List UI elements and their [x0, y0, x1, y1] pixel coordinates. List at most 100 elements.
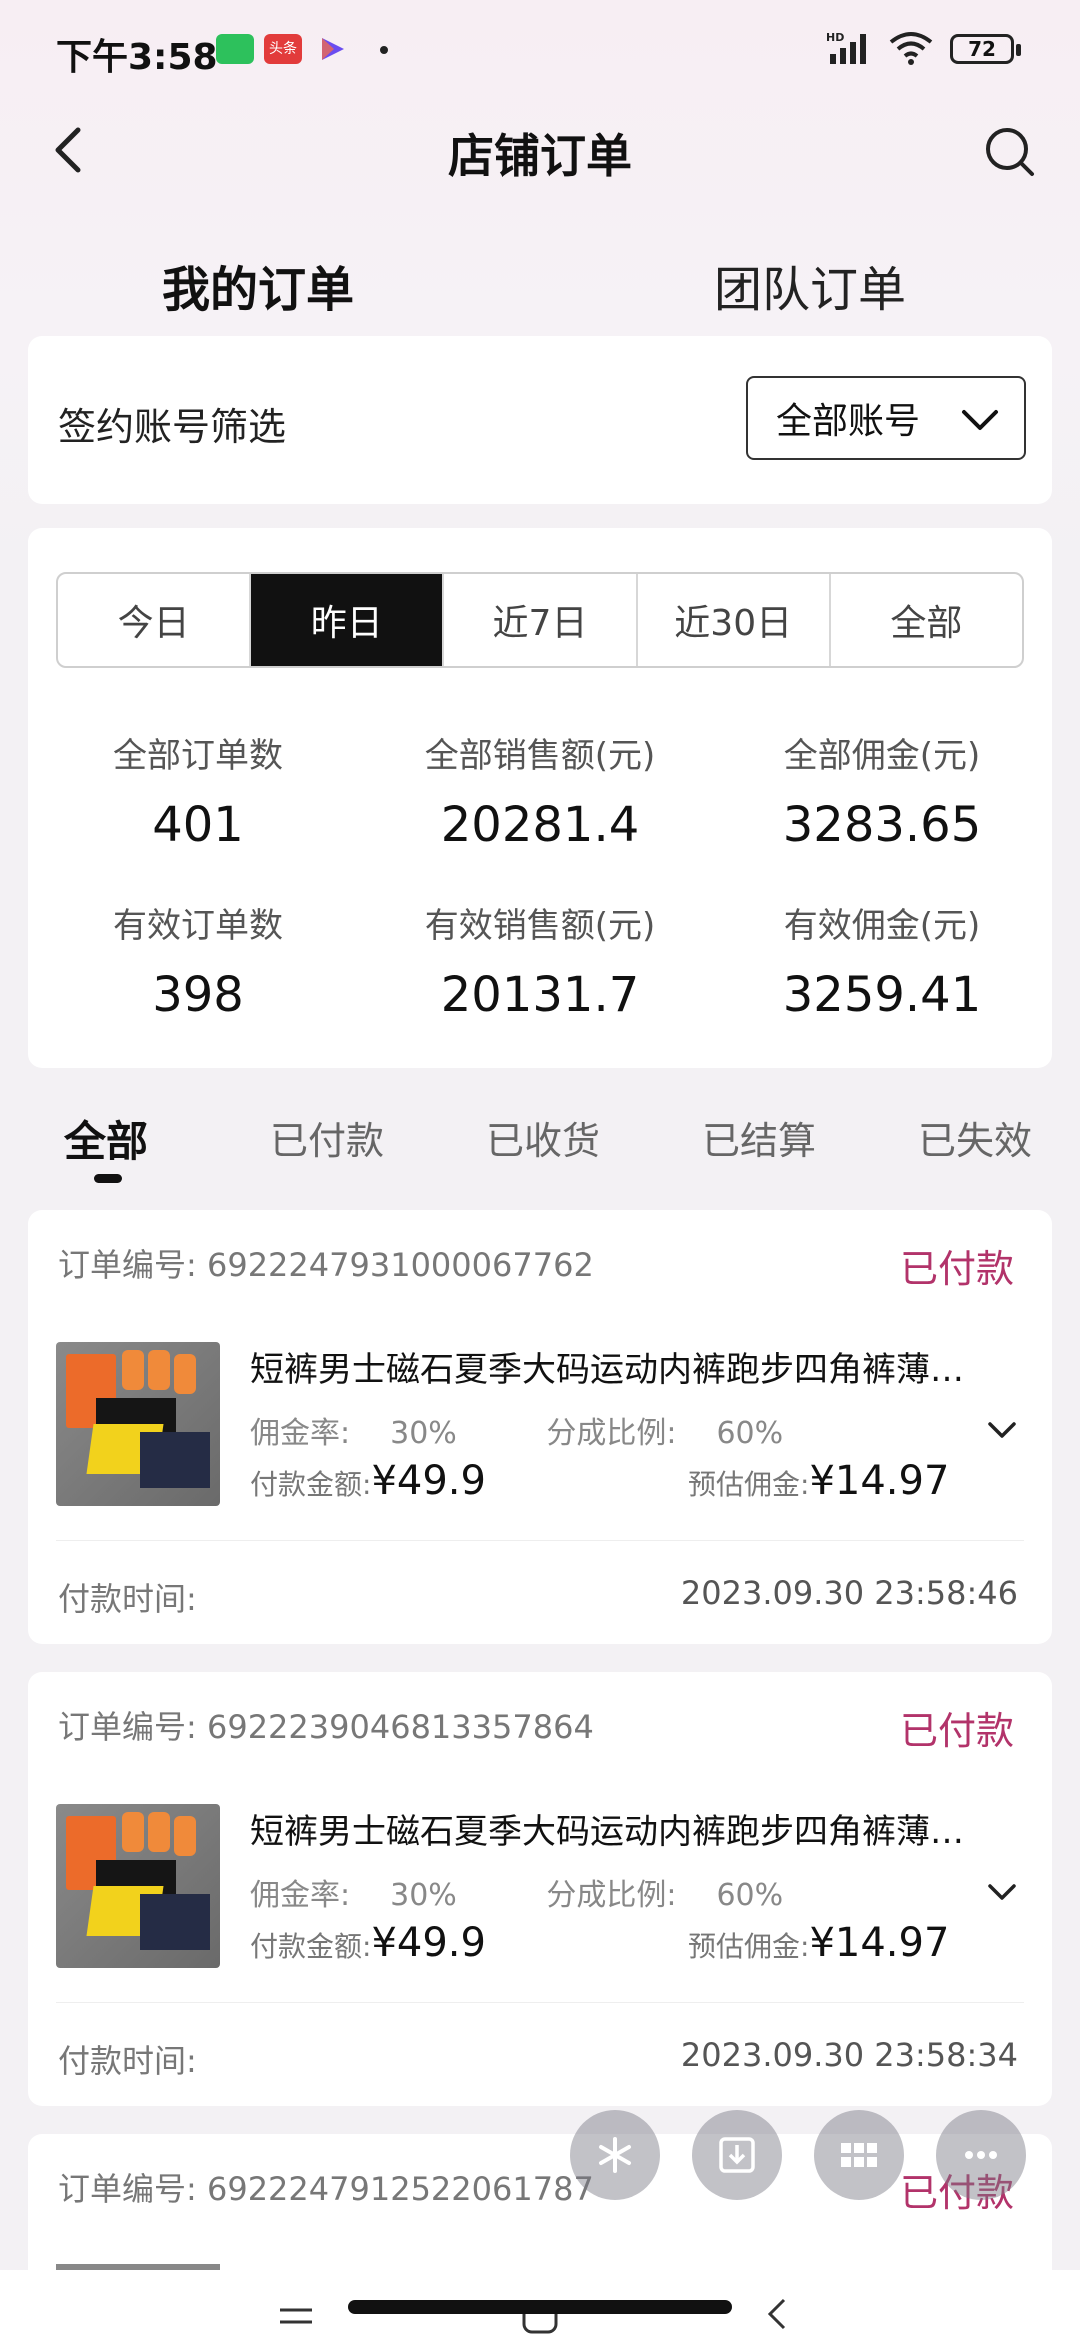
stats-card: 今日 昨日 近7日 近30日 全部 全部订单数 401 全部销售额(元) 202… [28, 528, 1052, 1068]
stat-value: 20281.4 [440, 797, 640, 853]
play-store-icon [322, 38, 344, 60]
commission-rate-label: 佣金率: [250, 1416, 351, 1451]
order-card[interactable]: 订单编号: 6922247931000067762 已付款 短裤男士磁石夏季大码… [28, 1210, 1052, 1644]
split-label: 分成比例: [546, 1878, 677, 1913]
chevron-down-icon[interactable] [982, 1872, 1022, 1912]
order-status-badge: 已付款 [899, 1709, 1014, 1753]
order-number: 订单编号: 6922239046813357864 [58, 1702, 594, 1748]
account-filter-label: 签约账号筛选 [58, 405, 287, 449]
estimated-commission-value: ¥14.97 [809, 1920, 950, 1966]
stat-label: 有效佣金(元) [783, 906, 981, 946]
date-option-all[interactable]: 全部 [831, 574, 1022, 666]
order-number-value: 6922239046813357864 [206, 1708, 594, 1746]
estimated-commission-label: 预估佣金: [688, 1468, 810, 1501]
paid-amount-label: 付款金额: [250, 1930, 372, 1963]
date-range-selector: 今日 昨日 近7日 近30日 全部 [56, 572, 1024, 668]
estimated-commission-value: ¥14.97 [809, 1458, 950, 1504]
pay-time-label: 付款时间: [58, 2042, 197, 2080]
stat-value: 3283.65 [782, 797, 982, 853]
product-title: 短裤男士磁石夏季大码运动内裤跑步四角裤薄… [250, 1812, 964, 1852]
status-bar: 下午3:58 头条 HD 72 [0, 0, 1080, 100]
stat-total-orders: 全部订单数 401 [28, 728, 368, 853]
toutiao-icon: 头条 [264, 34, 302, 64]
battery-icon: 72 [950, 34, 1021, 64]
status-tab-paid[interactable]: 已付款 [270, 1110, 384, 1165]
product-thumbnail[interactable] [56, 1804, 220, 1968]
status-tab-received[interactable]: 已收货 [486, 1110, 600, 1165]
split-value: 60% [716, 1878, 784, 1913]
pay-time-value: 2023.09.30 23:58:34 [680, 2036, 1018, 2074]
order-number: 订单编号: 6922247931000067762 [58, 1240, 594, 1286]
tab-my-orders[interactable]: 我的订单 [162, 250, 354, 320]
stat-total-commission: 全部佣金(元) 3283.65 [712, 728, 1052, 853]
sparkle-icon [599, 2137, 631, 2173]
order-number-label: 订单编号: [58, 2170, 197, 2208]
divider [56, 1540, 1024, 1541]
wechat-icon [216, 34, 254, 64]
split-label: 分成比例: [546, 1416, 677, 1451]
stat-label: 全部订单数 [113, 736, 283, 776]
wifi-icon [889, 32, 933, 65]
status-tab-all[interactable]: 全部 [64, 1108, 148, 1169]
stat-value: 401 [152, 797, 244, 853]
sparkle-button[interactable] [570, 2110, 660, 2200]
commission-rate-value: 30% [390, 1878, 457, 1913]
stat-total-sales: 全部销售额(元) 20281.4 [370, 728, 710, 853]
split-value: 60% [716, 1416, 784, 1451]
estimated-commission: 预估佣金:¥14.97 [688, 1920, 949, 1966]
order-number-label: 订单编号: [58, 1246, 197, 1284]
download-button[interactable] [692, 2110, 782, 2200]
date-option-7days[interactable]: 近7日 [444, 574, 638, 666]
estimated-commission-label: 预估佣金: [688, 1930, 810, 1963]
account-select-dropdown[interactable]: 全部账号 [746, 376, 1026, 460]
active-tab-indicator [94, 1174, 122, 1183]
stat-label: 全部佣金(元) [783, 736, 981, 776]
stat-valid-orders: 有效订单数 398 [28, 898, 368, 1023]
paid-amount-value: ¥49.9 [371, 1920, 486, 1966]
order-number: 订单编号: 6922247912522061787 [58, 2164, 594, 2210]
paid-amount: 付款金额:¥49.9 [250, 1920, 486, 1966]
stat-value: 398 [152, 967, 244, 1023]
order-number-value: 6922247931000067762 [206, 1246, 594, 1284]
order-number-label: 订单编号: [58, 1708, 197, 1746]
date-option-yesterday[interactable]: 昨日 [251, 574, 445, 666]
product-title: 短裤男士磁石夏季大码运动内裤跑步四角裤薄… [250, 1350, 964, 1390]
chevron-down-icon[interactable] [982, 1410, 1022, 1450]
tab-team-orders[interactable]: 团队订单 [714, 250, 906, 320]
order-card[interactable]: 订单编号: 6922239046813357864 已付款 短裤男士磁石夏季大码… [28, 1672, 1052, 2106]
pay-time-label: 付款时间: [58, 1580, 197, 1618]
download-icon [719, 2137, 755, 2173]
estimated-commission: 预估佣金:¥14.97 [688, 1458, 949, 1504]
stat-valid-commission: 有效佣金(元) 3259.41 [712, 898, 1052, 1023]
grid-icon [841, 2143, 877, 2167]
stat-label: 有效订单数 [113, 906, 283, 946]
status-tab-invalid[interactable]: 已失效 [918, 1110, 1032, 1165]
more-icon [965, 2151, 997, 2159]
notification-dot-icon [380, 46, 388, 54]
product-thumbnail[interactable] [56, 1342, 220, 1506]
back-icon[interactable] [762, 2296, 792, 2332]
svg-text:HD: HD [826, 31, 844, 44]
stat-label: 有效销售额(元) [424, 906, 656, 946]
search-icon[interactable] [980, 122, 1040, 182]
signal-icon: HD [826, 31, 866, 64]
commission-info: 佣金率: 30% 分成比例: 60% [250, 1408, 863, 1452]
status-time: 下午3:58 [56, 37, 218, 78]
status-tab-settled[interactable]: 已结算 [702, 1110, 816, 1165]
date-option-today[interactable]: 今日 [58, 574, 252, 666]
stat-label: 全部销售额(元) [424, 736, 656, 776]
gesture-handle[interactable] [348, 2300, 732, 2314]
commission-rate-label: 佣金率: [250, 1878, 351, 1913]
grid-button[interactable] [814, 2110, 904, 2200]
paid-amount-label: 付款金额: [250, 1468, 372, 1501]
account-filter-card: 签约账号筛选 全部账号 [28, 336, 1052, 504]
stat-valid-sales: 有效销售额(元) 20131.7 [370, 898, 710, 1023]
more-button[interactable] [936, 2110, 1026, 2200]
menu-icon[interactable] [276, 2302, 316, 2332]
chevron-down-icon [962, 410, 998, 430]
account-select-value: 全部账号 [776, 401, 921, 442]
divider [56, 2002, 1024, 2003]
date-option-30days[interactable]: 近30日 [638, 574, 831, 666]
order-number-value: 6922247912522061787 [206, 2170, 594, 2208]
app-header: 店铺订单 [0, 100, 1080, 200]
